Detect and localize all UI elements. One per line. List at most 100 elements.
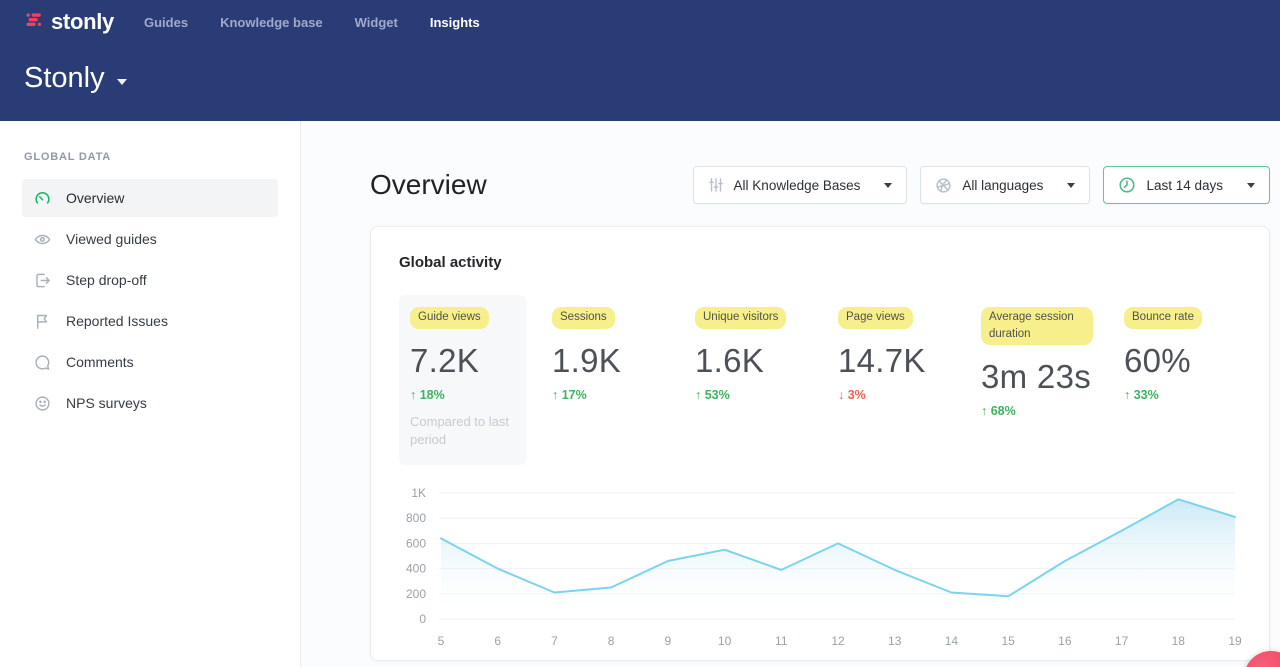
globe-icon	[935, 177, 952, 194]
metric-value: 1.9K	[552, 342, 669, 380]
global-activity-card: Global activity Guide views 7.2K 18% Com…	[370, 226, 1270, 661]
svg-text:12: 12	[831, 634, 845, 648]
nav-link-guides[interactable]: Guides	[144, 15, 188, 30]
workspace-title: Stonly	[24, 62, 105, 95]
sidebar-item-step-drop-off[interactable]: Step drop-off	[22, 261, 278, 299]
svg-text:16: 16	[1058, 634, 1072, 648]
step-out-icon	[34, 272, 51, 289]
top-navbar: stonly Guides Knowledge base Widget Insi…	[0, 0, 1280, 121]
smiley-icon	[34, 395, 51, 412]
sidebar-item-label: Reported Issues	[66, 313, 168, 329]
svg-text:10: 10	[718, 634, 732, 648]
svg-text:800: 800	[406, 511, 426, 525]
metric-value: 14.7K	[838, 342, 955, 380]
metric[interactable]: Guide views 7.2K 18% Compared to last pe…	[399, 295, 526, 465]
filters-bar: All Knowledge Bases All languages Last 1…	[693, 166, 1270, 204]
sliders-icon	[708, 177, 724, 193]
sidebar-item-reported-issues[interactable]: Reported Issues	[22, 302, 278, 340]
filter-selected-value: Last 14 days	[1146, 178, 1223, 193]
workspace-switcher[interactable]: Stonly	[24, 62, 1256, 95]
sidebar-item-comments[interactable]: Comments	[22, 343, 278, 381]
metric-change: 17%	[552, 388, 669, 402]
metric-label: Sessions	[552, 307, 615, 329]
filter-dropdown-languages[interactable]: All languages	[920, 166, 1090, 204]
main-content: Overview All Knowledge Bases All languag…	[301, 121, 1280, 667]
stonly-logo[interactable]: stonly	[24, 9, 114, 35]
metric-note: Compared to last period	[410, 413, 515, 449]
svg-text:400: 400	[406, 562, 426, 576]
chevron-down-icon	[117, 79, 127, 85]
sidebar: GLOBAL DATA Overview Viewed guides Step …	[0, 121, 301, 667]
global-activity-chart[interactable]: 0 200 400 600 800 1K 5 6 7 8 9 10 11 12 13 14 15 16 17 18 19	[399, 481, 1241, 661]
sidebar-item-label: Viewed guides	[66, 231, 157, 247]
sidebar-item-label: Comments	[66, 354, 134, 370]
svg-text:9: 9	[665, 634, 672, 648]
metric-change: 3%	[838, 388, 955, 402]
metric-value: 3m 23s	[981, 358, 1098, 396]
metric-change: 53%	[695, 388, 812, 402]
sidebar-item-nps-surveys[interactable]: NPS surveys	[22, 384, 278, 422]
stonly-logo-icon	[24, 9, 45, 35]
svg-text:600: 600	[406, 536, 426, 550]
svg-text:5: 5	[438, 634, 445, 648]
svg-text:7: 7	[551, 634, 558, 648]
metric[interactable]: Average session duration 3m 23s 68%	[981, 295, 1098, 429]
metric[interactable]: Unique visitors 1.6K 53%	[695, 295, 812, 413]
metric-value: 7.2K	[410, 342, 515, 380]
metric-label: Page views	[838, 307, 913, 329]
svg-text:6: 6	[494, 634, 501, 648]
svg-text:0: 0	[419, 612, 426, 626]
metric-value: 1.6K	[695, 342, 812, 380]
nav-link-label: Widget	[355, 15, 398, 30]
metric[interactable]: Page views 14.7K 3%	[838, 295, 955, 413]
metric-label: Bounce rate	[1124, 307, 1202, 329]
card-title: Global activity	[399, 254, 1241, 271]
chevron-down-icon	[1067, 183, 1075, 188]
metrics-row: Guide views 7.2K 18% Compared to last pe…	[399, 295, 1241, 465]
flag-icon	[34, 313, 51, 330]
chevron-down-icon	[884, 183, 892, 188]
metric-label: Average session duration	[981, 307, 1093, 345]
filter-selected-value: All Knowledge Bases	[734, 178, 861, 193]
sidebar-item-viewed-guides[interactable]: Viewed guides	[22, 220, 278, 258]
svg-text:11: 11	[775, 634, 788, 648]
filter-dropdown-knowledge-bases[interactable]: All Knowledge Bases	[693, 166, 908, 204]
svg-text:18: 18	[1172, 634, 1186, 648]
svg-text:15: 15	[1001, 634, 1015, 648]
primary-nav: Guides Knowledge base Widget Insights	[144, 15, 480, 30]
svg-text:17: 17	[1115, 634, 1129, 648]
sidebar-nav: Overview Viewed guides Step drop-off Rep…	[0, 179, 300, 422]
filter-selected-value: All languages	[962, 178, 1043, 193]
svg-text:8: 8	[608, 634, 615, 648]
filter-dropdown-date-range[interactable]: Last 14 days	[1103, 166, 1270, 204]
eye-icon	[34, 231, 51, 248]
metric-label: Unique visitors	[695, 307, 786, 329]
gauge-icon	[34, 190, 51, 207]
sidebar-item-overview[interactable]: Overview	[22, 179, 278, 217]
svg-text:13: 13	[888, 634, 902, 648]
nav-link-label: Insights	[430, 15, 480, 30]
nav-link-insights[interactable]: Insights	[430, 15, 480, 30]
sidebar-item-label: Overview	[66, 190, 124, 206]
logo-text: stonly	[51, 9, 114, 35]
metric-value: 60%	[1124, 342, 1241, 380]
clock-icon	[1118, 176, 1136, 194]
nav-link-label: Guides	[144, 15, 188, 30]
svg-text:19: 19	[1228, 634, 1242, 648]
svg-text:200: 200	[406, 587, 426, 601]
svg-text:1K: 1K	[411, 486, 426, 500]
page-title: Overview	[370, 169, 487, 201]
metric-change: 18%	[410, 388, 515, 402]
sidebar-section-label: GLOBAL DATA	[24, 151, 300, 163]
metric-change: 33%	[1124, 388, 1241, 402]
metric[interactable]: Sessions 1.9K 17%	[552, 295, 669, 413]
nav-link-widget[interactable]: Widget	[355, 15, 398, 30]
nav-link-label: Knowledge base	[220, 15, 323, 30]
svg-text:14: 14	[945, 634, 959, 648]
sidebar-item-label: Step drop-off	[66, 272, 147, 288]
nav-link-knowledge-base[interactable]: Knowledge base	[220, 15, 323, 30]
metric-change: 68%	[981, 404, 1098, 418]
chevron-down-icon	[1247, 183, 1255, 188]
metric[interactable]: Bounce rate 60% 33%	[1124, 295, 1241, 413]
sidebar-item-label: NPS surveys	[66, 395, 147, 411]
